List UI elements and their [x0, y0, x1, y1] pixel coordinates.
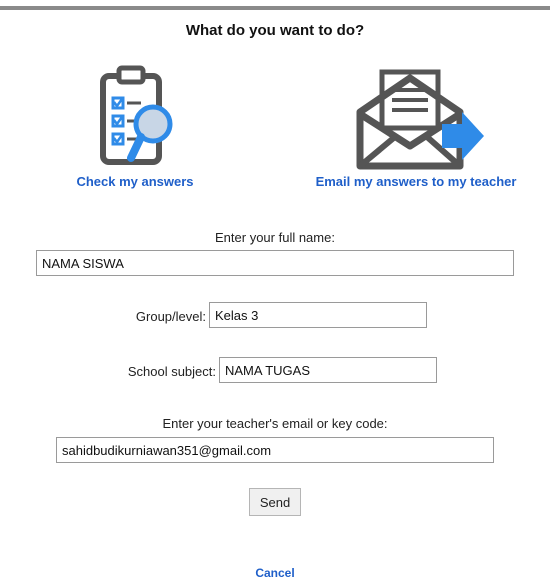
envelope-send-icon [356, 69, 484, 170]
clipboard-magnifier-icon [100, 65, 173, 165]
send-button[interactable]: Send [249, 488, 301, 516]
school-subject-caption: School subject: [127, 364, 216, 379]
check-answers-label[interactable]: Check my answers [60, 174, 210, 189]
cancel-link[interactable]: Cancel [0, 566, 550, 580]
full-name-input[interactable] [36, 250, 514, 276]
email-teacher-option[interactable]: Email my answers to my teacher [300, 62, 532, 189]
teacher-email-input[interactable] [56, 437, 494, 463]
full-name-caption: Enter your full name: [215, 230, 335, 245]
top-divider [0, 6, 550, 10]
group-level-caption: Group/level: [135, 309, 206, 324]
email-teacher-label[interactable]: Email my answers to my teacher [300, 174, 532, 189]
check-answers-option[interactable]: Check my answers [60, 62, 210, 189]
dialog-title: What do you want to do? [185, 22, 365, 39]
teacher-email-caption: Enter your teacher's email or key code: [162, 416, 388, 431]
send-answers-dialog: What do you want to do? Check my answers [0, 0, 550, 585]
school-subject-input[interactable] [219, 357, 437, 383]
group-level-input[interactable] [209, 302, 427, 328]
